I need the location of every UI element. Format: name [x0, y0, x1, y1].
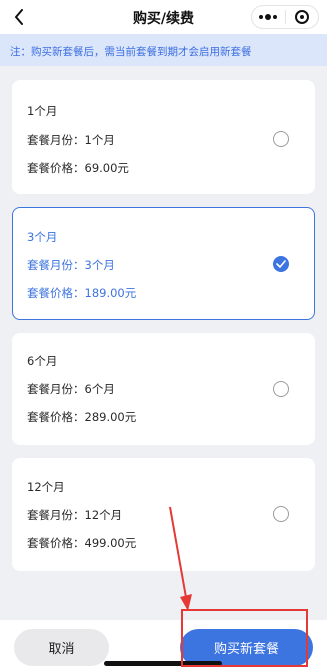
plan-radio[interactable]	[273, 506, 289, 522]
plan-card-1-month[interactable]: 1个月 套餐月份：1个月 套餐价格：69.00元	[12, 80, 315, 194]
plan-name: 3个月	[27, 230, 58, 244]
target-circle-icon	[294, 10, 309, 24]
plan-price: 套餐价格：189.00元	[27, 286, 137, 300]
plan-months: 套餐月份：3个月	[27, 258, 115, 272]
plan-radio-checked[interactable]	[273, 256, 289, 272]
plan-price: 套餐价格：289.00元	[27, 410, 137, 424]
plan-card-12-months[interactable]: 12个月 套餐月份：12个月 套餐价格：499.00元	[12, 458, 315, 571]
plan-price: 套餐价格：499.00元	[27, 536, 137, 550]
close-mini-program-button[interactable]	[286, 6, 319, 28]
mini-program-capsule	[251, 5, 319, 29]
plan-months: 套餐月份：6个月	[27, 382, 115, 396]
check-icon	[276, 260, 286, 268]
plan-card-6-months[interactable]: 6个月 套餐月份：6个月 套餐价格：289.00元	[12, 333, 315, 445]
more-button[interactable]	[252, 6, 285, 28]
plan-name: 12个月	[27, 480, 65, 494]
plan-radio[interactable]	[273, 131, 289, 147]
nav-bar: 购买/续费	[0, 0, 327, 34]
more-dots-icon	[259, 14, 278, 20]
plan-months: 套餐月份：12个月	[27, 508, 123, 522]
plan-radio[interactable]	[273, 381, 289, 397]
plan-price: 套餐价格：69.00元	[27, 161, 129, 175]
plan-card-3-months[interactable]: 3个月 套餐月份：3个月 套餐价格：189.00元	[12, 207, 315, 320]
plan-name: 1个月	[27, 104, 58, 118]
plan-name: 6个月	[27, 354, 58, 368]
notice-banner: 注：购买新套餐后，需当前套餐到期才会启用新套餐	[0, 34, 327, 66]
plan-months: 套餐月份：1个月	[27, 133, 115, 147]
cancel-button[interactable]: 取消	[14, 629, 109, 666]
home-indicator	[104, 661, 222, 666]
